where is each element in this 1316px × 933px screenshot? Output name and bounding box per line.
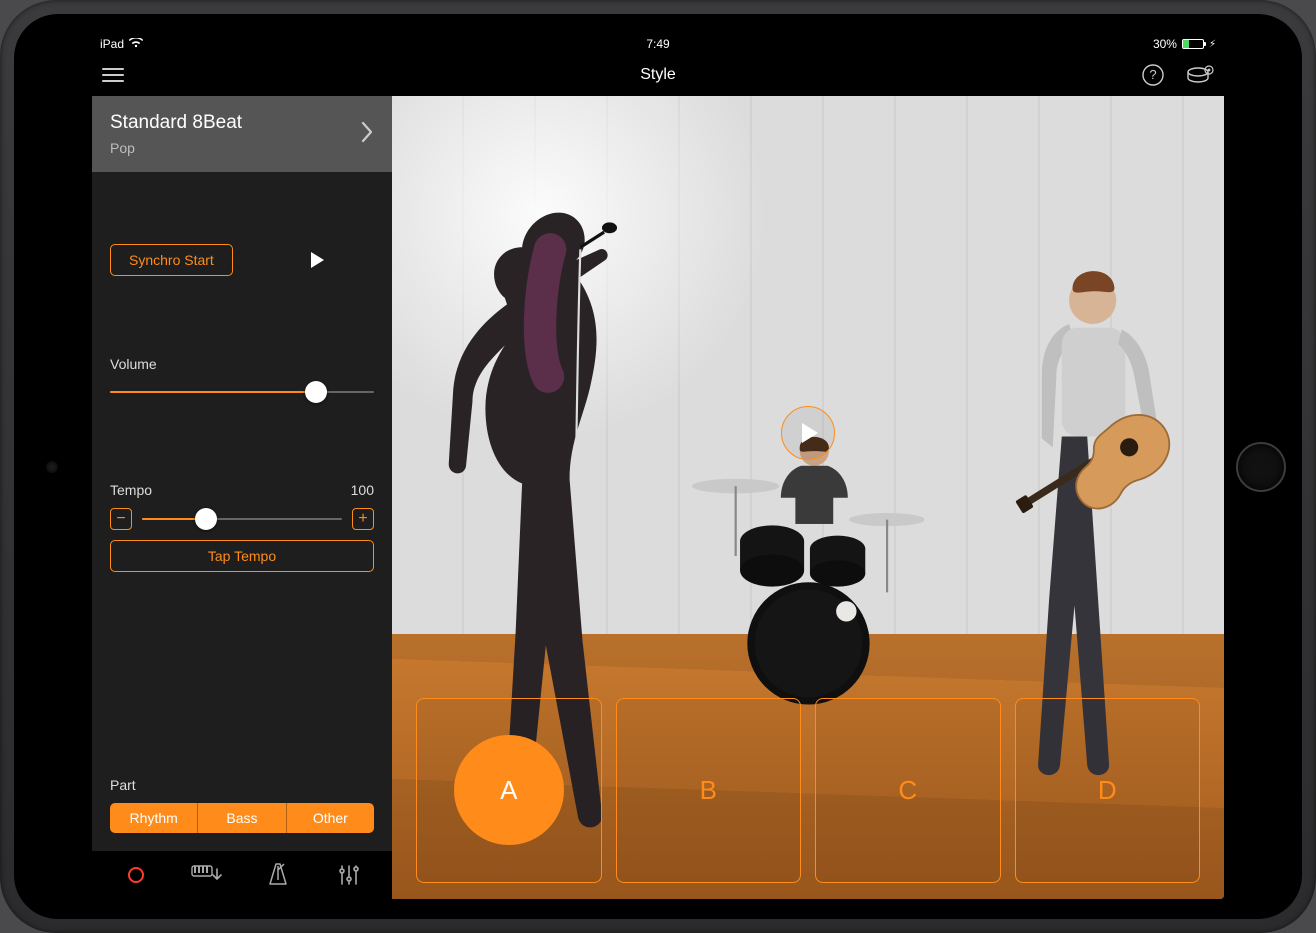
part-rhythm-button[interactable]: Rhythm — [110, 803, 197, 833]
tempo-increment-button[interactable]: + — [352, 508, 374, 530]
style-name: Standard 8Beat — [110, 112, 242, 134]
toolbar-title: Style — [640, 66, 676, 84]
part-bass-button[interactable]: Bass — [197, 803, 285, 833]
section-pad-label: D — [1098, 775, 1117, 806]
drum-settings-button[interactable] — [1186, 64, 1214, 86]
tempo-label: Tempo — [110, 482, 152, 498]
style-picker[interactable]: Standard 8Beat Pop — [92, 96, 392, 172]
part-other-button[interactable]: Other — [286, 803, 374, 833]
play-button[interactable] — [311, 252, 324, 268]
synchro-start-button[interactable]: Synchro Start — [110, 244, 233, 276]
part-label: Part — [110, 777, 136, 793]
section-pads: A B C D — [416, 698, 1200, 884]
tempo-value: 100 — [351, 482, 374, 498]
style-genre: Pop — [110, 140, 242, 156]
stage-play-button[interactable] — [781, 406, 835, 460]
battery-icon — [1182, 39, 1204, 49]
section-pad-label: C — [898, 775, 917, 806]
tap-tempo-button[interactable]: Tap Tempo — [110, 540, 374, 572]
tempo-slider[interactable] — [142, 509, 342, 529]
device-camera — [46, 461, 58, 473]
section-pad-label: A — [500, 775, 517, 806]
chevron-right-icon — [360, 118, 374, 150]
panel-bottom-bar — [92, 851, 392, 899]
part-segment: Rhythm Bass Other — [110, 803, 374, 833]
section-pad-b[interactable]: B — [616, 698, 802, 884]
record-button[interactable] — [114, 853, 158, 897]
status-battery-pct: 30% — [1153, 37, 1177, 51]
section-pad-label: B — [700, 775, 717, 806]
app-toolbar: Style ? — [92, 54, 1224, 96]
charging-icon: ⚡︎ — [1209, 39, 1216, 50]
device-home-button[interactable] — [1236, 442, 1286, 492]
tempo-decrement-button[interactable]: − — [110, 508, 132, 530]
section-pad-c[interactable]: C — [815, 698, 1001, 884]
left-panel: Standard 8Beat Pop Synchro Start — [92, 96, 392, 899]
wifi-icon — [129, 37, 143, 51]
section-pad-d[interactable]: D — [1015, 698, 1201, 884]
status-time: 7:49 — [646, 37, 669, 51]
help-button[interactable]: ? — [1142, 64, 1164, 86]
midi-download-button[interactable] — [185, 853, 229, 897]
stage-area: A B C D — [392, 96, 1224, 899]
status-bar: iPad 7:49 30% ⚡︎ — [92, 34, 1224, 54]
menu-button[interactable] — [102, 64, 124, 86]
metronome-button[interactable] — [256, 853, 300, 897]
section-pad-a[interactable]: A — [416, 698, 602, 884]
volume-slider[interactable] — [110, 382, 374, 402]
volume-label: Volume — [110, 356, 157, 372]
svg-text:?: ? — [1149, 67, 1156, 82]
status-device-label: iPad — [100, 37, 124, 51]
mixer-button[interactable] — [327, 853, 371, 897]
